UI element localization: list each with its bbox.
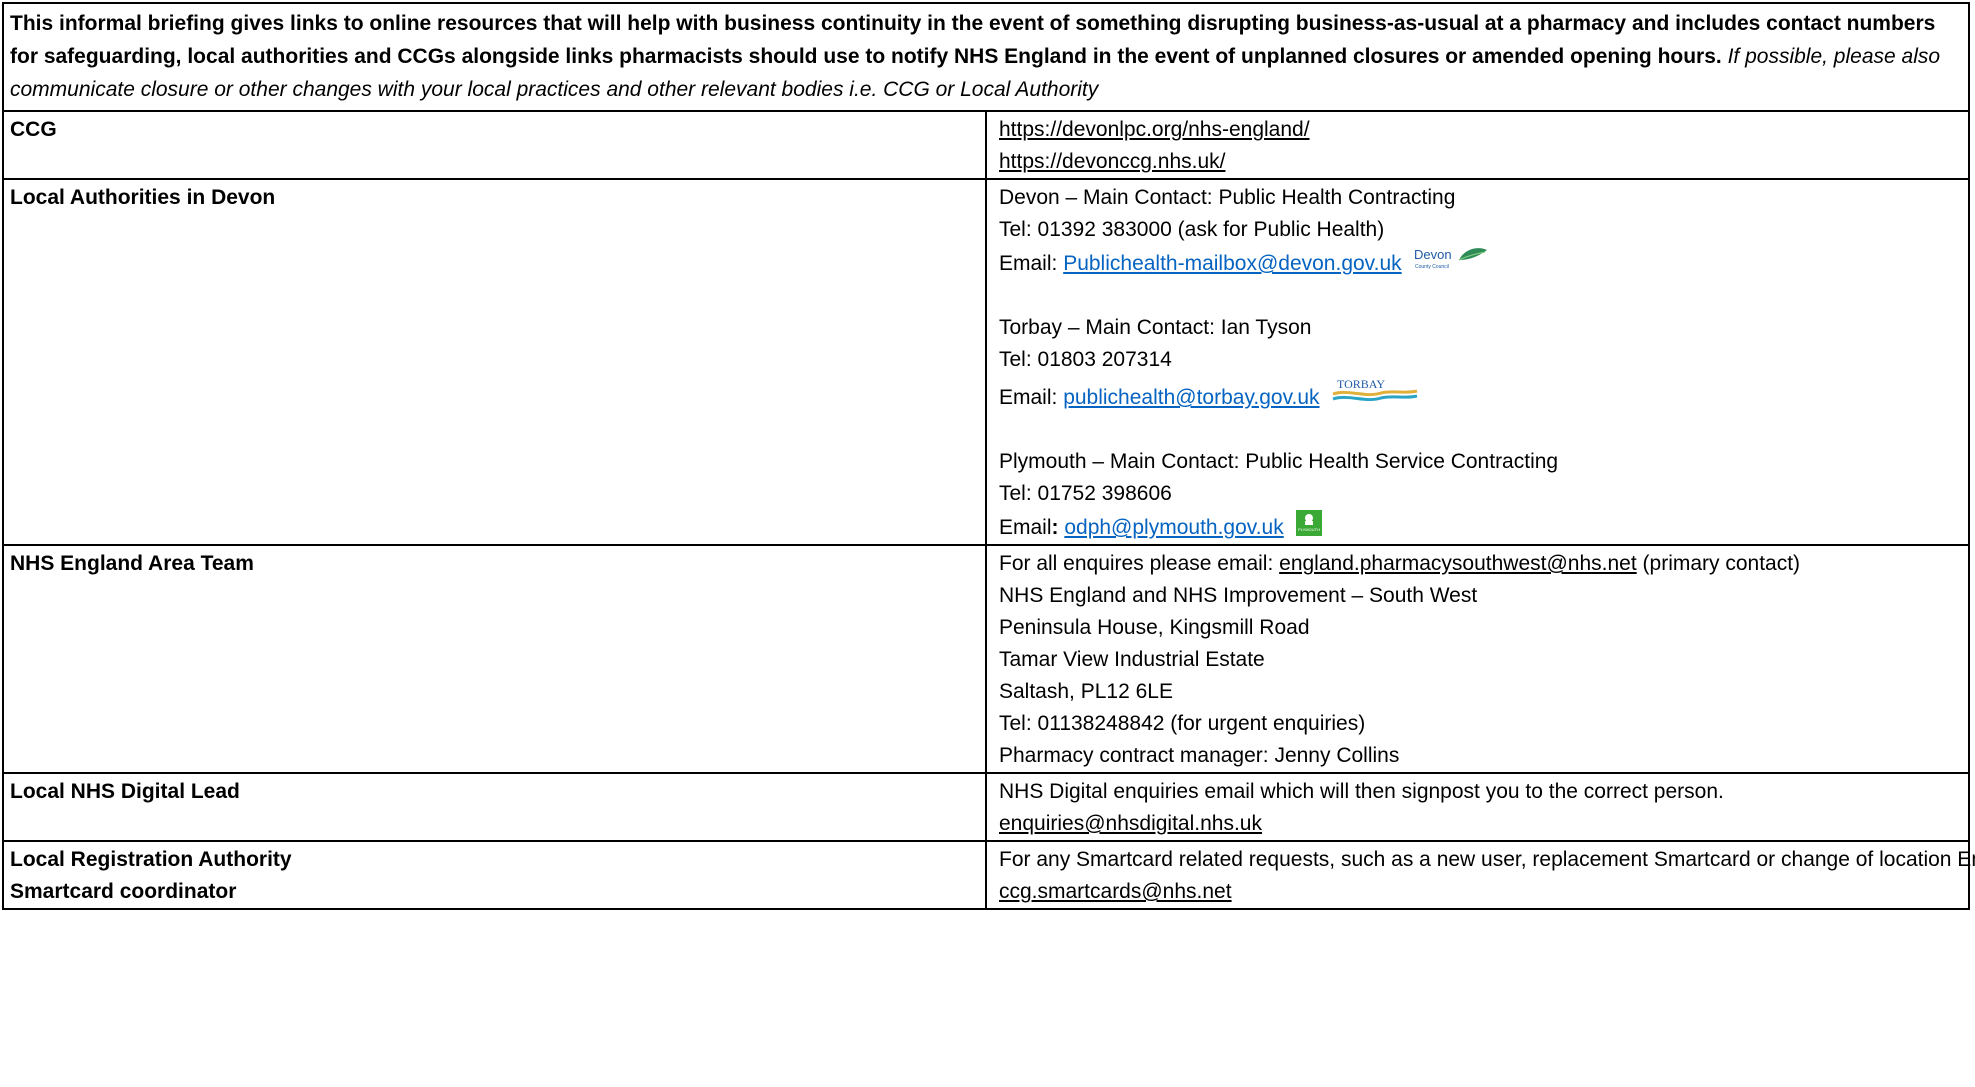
torbay-tel: Tel: 01803 207314 [999, 348, 1172, 371]
row-label-local-authorities: Local Authorities in Devon [2, 178, 987, 546]
ccg-link-devonlpc[interactable]: https://devonlpc.org/nhs-england/ [999, 114, 1956, 146]
nhs-england-address-3: Saltash, PL12 6LE [999, 680, 1173, 703]
registration-label-line1: Local Registration Authority [10, 848, 292, 871]
nhs-digital-email-link[interactable]: enquiries@nhsdigital.nhs.uk [999, 808, 1956, 840]
torbay-email-label: Email: [999, 386, 1064, 409]
devon-logo-subtext: County Council [1415, 264, 1449, 270]
row-content-registration-authority: For any Smartcard related requests, such… [985, 840, 1975, 910]
devon-email-label: Email: [999, 252, 1064, 275]
devon-tel: Tel: 01392 383000 (ask for Public Health… [999, 218, 1385, 241]
torbay-contact: Torbay – Main Contact: Ian Tyson [999, 316, 1312, 339]
briefing-table: This informal briefing gives links to on… [2, 2, 1975, 910]
ccg-link-devonccg[interactable]: https://devonccg.nhs.uk/ [999, 146, 1956, 178]
row-label-nhs-digital: Local NHS Digital Lead [2, 772, 987, 842]
smartcard-email-link-part2[interactable]: ccg.smartcards@nhs.net [999, 876, 1956, 908]
row-content-ccg: https://devonlpc.org/nhs-england/ https:… [985, 110, 1970, 180]
devon-contact: Devon – Main Contact: Public Health Cont… [999, 186, 1456, 209]
plymouth-email-link[interactable]: odph@plymouth.gov.uk [1064, 516, 1283, 539]
nhs-england-address-2: Tamar View Industrial Estate [999, 648, 1265, 671]
torbay-email-link[interactable]: publichealth@torbay.gov.uk [1063, 386, 1319, 409]
plymouth-tel: Tel: 01752 398606 [999, 482, 1172, 505]
torbay-council-logo: TORBAY [1332, 377, 1418, 402]
table-row-ccg: CCG https://devonlpc.org/nhs-england/ ht… [2, 110, 1970, 180]
devon-email-line: Email: Publichealth-mailbox@devon.gov.uk… [999, 246, 1956, 280]
plymouth-email-colon: : [1051, 516, 1065, 539]
registration-label-line2: Smartcard coordinator [10, 880, 237, 903]
row-label-nhs-england: NHS England Area Team [2, 544, 987, 774]
plymouth-crest-icon [1304, 514, 1313, 522]
row-content-nhs-digital: NHS Digital enquiries email which will t… [985, 772, 1970, 842]
nhs-england-email-line: For all enquires please email: england.p… [999, 548, 1956, 580]
nhs-england-tel: Tel: 01138248842 (for urgent enquiries) [999, 712, 1366, 735]
table-row-nhs-england: NHS England Area Team For all enquires p… [2, 544, 1970, 774]
nhs-england-contract-manager: Pharmacy contract manager: Jenny Collins [999, 744, 1400, 767]
torbay-email-line: Email: publichealth@torbay.gov.uk TORBAY [999, 376, 1956, 414]
devon-logo-text: Devon [1414, 247, 1452, 262]
nhs-england-email-link[interactable]: england.pharmacysouthwest@nhs.net [1279, 552, 1637, 575]
nhs-england-address-1: Peninsula House, Kingsmill Road [999, 616, 1310, 639]
plymouth-email-line: Email: odph@plymouth.gov.uk PLYMOUTH [999, 510, 1956, 544]
nhs-england-email-suffix: (primary contact) [1636, 552, 1801, 575]
row-content-local-authorities: Devon – Main Contact: Public Health Cont… [985, 178, 1970, 546]
devon-email-link[interactable]: Publichealth-mailbox@devon.gov.uk [1063, 252, 1401, 275]
plymouth-logo-text: PLYMOUTH [1298, 527, 1320, 532]
table-row-registration-authority: Local Registration Authority Smartcard c… [2, 840, 1975, 910]
row-content-nhs-england: For all enquires please email: england.p… [985, 544, 1970, 774]
intro-cell: This informal briefing gives links to on… [2, 2, 1970, 112]
row-label-registration-authority: Local Registration Authority Smartcard c… [2, 840, 987, 910]
nhs-digital-description: NHS Digital enquiries email which will t… [999, 780, 1724, 803]
intro-bold-text: This informal briefing gives links to on… [10, 12, 1936, 68]
registration-description-line: For any Smartcard related requests, such… [999, 844, 1975, 876]
torbay-wave-icon [1332, 389, 1418, 397]
row-label-ccg: CCG [2, 110, 987, 180]
registration-description: For any Smartcard related requests, such… [999, 848, 1975, 871]
table-row-nhs-digital: Local NHS Digital Lead NHS Digital enqui… [2, 772, 1970, 842]
torbay-logo-text: TORBAY [1337, 377, 1385, 391]
nhs-england-email-prefix: For all enquires please email: [999, 552, 1280, 575]
plymouth-contact: Plymouth – Main Contact: Public Health S… [999, 450, 1559, 473]
intro-row: This informal briefing gives links to on… [2, 2, 1970, 112]
plymouth-email-label: Email [999, 516, 1052, 539]
plymouth-city-council-logo: PLYMOUTH [1295, 510, 1322, 536]
devon-county-council-logo: Devon County Council [1414, 247, 1488, 270]
nhs-england-org: NHS England and NHS Improvement – South … [999, 584, 1478, 607]
table-row-local-authorities: Local Authorities in Devon Devon – Main … [2, 178, 1970, 546]
